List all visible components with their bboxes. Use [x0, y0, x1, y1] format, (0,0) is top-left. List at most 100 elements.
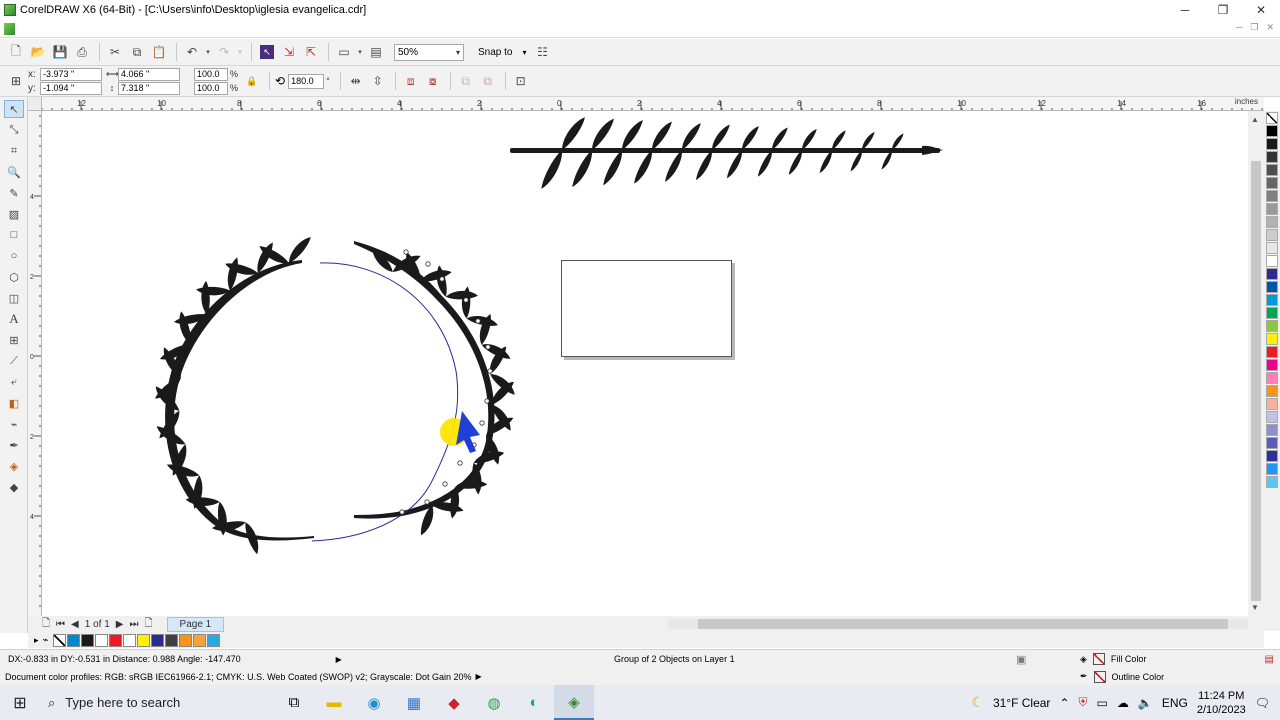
- coreldraw-taskbar-button[interactable]: ◈: [554, 685, 594, 720]
- palette-color-swatch[interactable]: [1266, 177, 1278, 189]
- y-position-input[interactable]: -1.094 ": [40, 81, 102, 95]
- palette-color-swatch[interactable]: [1266, 229, 1278, 241]
- restore-button[interactable]: ❐: [1204, 0, 1242, 20]
- close-button[interactable]: ✕: [1242, 0, 1280, 20]
- paste-button[interactable]: 📋: [149, 42, 169, 62]
- redo-dropdown[interactable]: ▾: [236, 42, 244, 62]
- weather-text[interactable]: 31°F Clear: [993, 696, 1051, 710]
- document-color-swatch[interactable]: [122, 633, 136, 647]
- document-color-swatch[interactable]: [136, 633, 150, 647]
- path-node[interactable]: [399, 509, 405, 515]
- import-button[interactable]: ⇲: [279, 42, 299, 62]
- palette-color-swatch[interactable]: [1266, 463, 1278, 475]
- table-tool[interactable]: ⊞: [4, 331, 24, 349]
- document-color-swatch[interactable]: [150, 633, 164, 647]
- palette-color-swatch[interactable]: [1266, 255, 1278, 267]
- vertical-scroll-thumb[interactable]: [1251, 161, 1261, 601]
- palette-color-swatch[interactable]: [1266, 437, 1278, 449]
- lock-ratio-button[interactable]: 🔒: [242, 71, 262, 91]
- scroll-down-icon[interactable]: ▼: [1251, 603, 1259, 612]
- zoom-tool[interactable]: 🔍: [4, 163, 24, 181]
- vertical-scrollbar[interactable]: ▲ ▼: [1248, 111, 1264, 616]
- palette-color-swatch[interactable]: [1266, 268, 1278, 280]
- vertical-ruler[interactable]: 4 2 0 2 4: [28, 111, 42, 616]
- palette-color-swatch[interactable]: [1266, 320, 1278, 332]
- text-tool[interactable]: A: [4, 310, 24, 328]
- outline-tool[interactable]: ✒: [4, 436, 24, 454]
- document-color-swatch[interactable]: [66, 633, 80, 647]
- page-tab-1[interactable]: Page 1: [166, 616, 225, 632]
- palette-color-swatch[interactable]: [1266, 333, 1278, 345]
- break-apart-button[interactable]: ⧉: [478, 71, 498, 91]
- palette-color-swatch[interactable]: [1266, 190, 1278, 202]
- path-node[interactable]: [442, 481, 448, 487]
- properties-icon[interactable]: ▤: [1265, 654, 1274, 665]
- scroll-up-icon[interactable]: ▲: [1251, 115, 1259, 124]
- expand-status-icon[interactable]: ▶: [336, 655, 342, 664]
- ruler-origin[interactable]: [28, 97, 42, 111]
- options-button[interactable]: ☷: [533, 42, 553, 62]
- ellipse-tool[interactable]: ○: [4, 247, 24, 265]
- path-node[interactable]: [479, 420, 485, 426]
- path-node[interactable]: [457, 460, 463, 466]
- fill-status[interactable]: ◈ Fill Color: [1080, 653, 1146, 665]
- create-boundary-button[interactable]: ⊡: [511, 71, 531, 91]
- object-origin-button[interactable]: ⊞: [6, 71, 26, 91]
- store-button[interactable]: ▦: [394, 685, 434, 720]
- path-node[interactable]: [484, 398, 490, 404]
- add-page-icon[interactable]: 🗋: [42, 616, 50, 633]
- dimension-tool[interactable]: ⟋: [4, 352, 24, 370]
- horizontal-scroll-thumb[interactable]: [698, 619, 1228, 629]
- drawing-canvas[interactable]: [42, 111, 1248, 616]
- palette-menu-icon[interactable]: ▸: [34, 635, 39, 646]
- rectangle-tool[interactable]: □: [4, 226, 24, 244]
- group-button[interactable]: ⧈: [401, 71, 421, 91]
- document-icon[interactable]: [4, 23, 15, 35]
- volume-icon[interactable]: 🔈: [1138, 696, 1153, 710]
- mirror-vertical-button[interactable]: ⇳: [368, 71, 388, 91]
- horizontal-laurel-branch[interactable]: [510, 114, 943, 191]
- redo-button[interactable]: ↷: [214, 42, 234, 62]
- edge-button[interactable]: ◉: [354, 685, 394, 720]
- document-color-swatch[interactable]: [108, 633, 122, 647]
- palette-color-swatch[interactable]: [1266, 385, 1278, 397]
- path-node[interactable]: [403, 249, 409, 255]
- add-page-end-icon[interactable]: 🗋: [144, 616, 152, 633]
- document-color-swatch[interactable]: [192, 633, 206, 647]
- no-color-swatch[interactable]: [52, 633, 66, 647]
- start-button[interactable]: ⊞: [0, 685, 40, 720]
- taskbar-search-box[interactable]: ⌕ Type here to search: [40, 685, 274, 720]
- palette-color-swatch[interactable]: [1266, 450, 1278, 462]
- horizontal-scrollbar[interactable]: [668, 619, 1248, 629]
- launcher-dropdown[interactable]: ▾: [356, 42, 364, 62]
- acrobat-button[interactable]: ◆: [434, 685, 474, 720]
- palette-color-swatch[interactable]: [1266, 164, 1278, 176]
- path-node[interactable]: [424, 499, 430, 505]
- task-view-button[interactable]: ⧉: [274, 685, 314, 720]
- palette-color-swatch[interactable]: [1266, 151, 1278, 163]
- blend-tool[interactable]: ◧: [4, 394, 24, 412]
- notifications-icon[interactable]: 🗨: [1255, 696, 1270, 710]
- palette-color-swatch[interactable]: [1266, 372, 1278, 384]
- application-launcher-button[interactable]: ▭: [334, 42, 354, 62]
- scale-y-input[interactable]: 100.0: [194, 81, 228, 95]
- doc-minimize-icon[interactable]: ─: [1236, 22, 1242, 33]
- color-profiles-info[interactable]: Document color profiles: RGB: sRGB IEC61…: [5, 672, 472, 682]
- chrome-button[interactable]: ◍: [474, 685, 514, 720]
- battery-icon[interactable]: ▭: [1097, 696, 1108, 710]
- horizontal-ruler[interactable]: 12 10 8 6 4 2 0 2 4 6 8 10 12 14 16 inches: [42, 97, 1264, 111]
- smart-fill-tool[interactable]: ▨: [4, 205, 24, 223]
- basic-shapes-tool[interactable]: ◫: [4, 289, 24, 307]
- new-document-button[interactable]: 🗋: [6, 42, 26, 62]
- palette-color-swatch[interactable]: [1266, 242, 1278, 254]
- prev-page-icon[interactable]: ◀: [71, 619, 79, 630]
- last-page-icon[interactable]: ⏭: [129, 619, 138, 630]
- doc-close-icon[interactable]: ✕: [1266, 22, 1274, 33]
- export-button[interactable]: ⇱: [301, 42, 321, 62]
- ungroup-button[interactable]: ⧇: [423, 71, 443, 91]
- security-icon[interactable]: ⛨: [1079, 695, 1088, 710]
- path-node[interactable]: [475, 318, 481, 324]
- x-position-input[interactable]: -3.973 ": [40, 67, 102, 81]
- document-color-swatch[interactable]: [206, 633, 220, 647]
- tray-overflow-icon[interactable]: ⌃: [1059, 696, 1069, 710]
